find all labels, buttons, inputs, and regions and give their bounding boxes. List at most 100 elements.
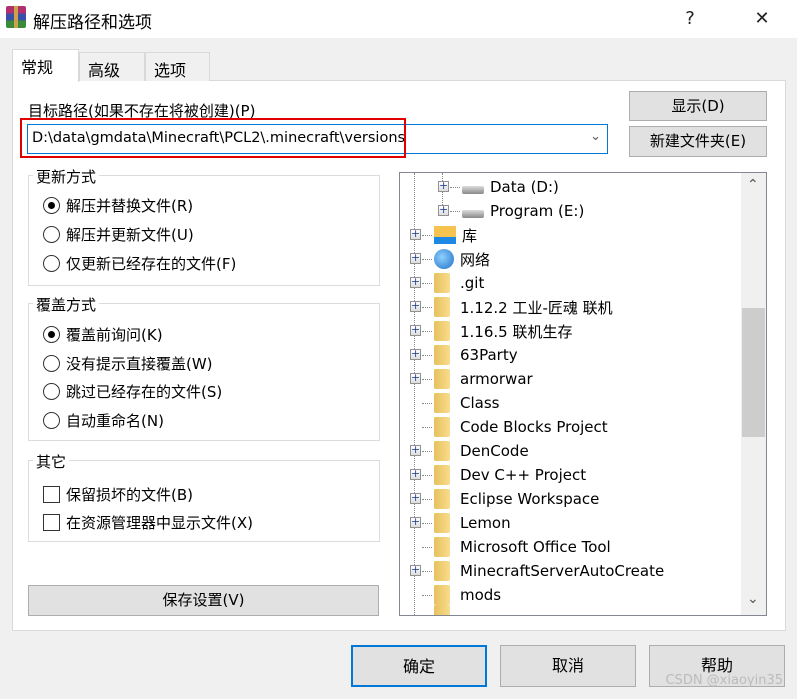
new-folder-button[interactable]: 新建文件夹(E) (629, 126, 767, 157)
expand-icon[interactable]: + (410, 276, 421, 288)
tree-line (422, 427, 432, 428)
folder-icon (434, 345, 450, 365)
radio-icon[interactable] (43, 326, 60, 343)
tree-item-label: MinecraftServerAutoCreate (460, 562, 665, 580)
chevron-down-icon[interactable]: ⌄ (590, 129, 601, 144)
tree-item[interactable]: Program (E:) (462, 199, 584, 223)
expand-icon[interactable]: + (410, 300, 421, 312)
expand-icon[interactable]: + (410, 492, 421, 504)
tree-item-label: Class (460, 394, 500, 412)
tree-item[interactable]: 63Party (434, 343, 518, 367)
radio-label: 解压并更新文件(U) (66, 226, 194, 244)
tree-item[interactable]: Data (D:) (462, 175, 559, 199)
checkbox-icon[interactable] (43, 514, 60, 531)
expand-icon[interactable]: + (438, 204, 449, 216)
folder-icon (434, 273, 450, 293)
tree-item[interactable]: 1.12.2 工业-匠魂 联机 (434, 295, 613, 319)
tree-item-label: 1.12.2 工业-匠魂 联机 (460, 298, 613, 317)
radio-overwrite-without-prompt[interactable]: 没有提示直接覆盖(W) (43, 353, 213, 374)
tree-item[interactable]: Class (434, 391, 499, 415)
tree-item[interactable]: Eclipse Workspace (434, 487, 599, 511)
radio-icon[interactable] (43, 383, 60, 400)
scroll-up-icon[interactable]: ⌃ (747, 177, 759, 193)
watermark: CSDN @xiaoyin35 (665, 673, 783, 688)
show-button[interactable]: 显示(D) (629, 91, 767, 121)
tree-item-label: armorwar (460, 370, 533, 388)
radio-icon[interactable] (43, 255, 60, 272)
folder-icon (434, 321, 450, 341)
tree-item[interactable]: .git (434, 271, 484, 295)
tree-item[interactable]: Code Blocks Project (434, 415, 608, 439)
tree-item-label: 库 (462, 226, 478, 245)
radio-skip-existing[interactable]: 跳过已经存在的文件(S) (43, 381, 222, 402)
expand-icon[interactable]: + (410, 564, 421, 576)
expand-icon[interactable]: + (410, 324, 421, 336)
scroll-down-icon[interactable]: ⌄ (747, 591, 759, 607)
tree-line (422, 451, 432, 452)
tree-line (422, 499, 432, 500)
expand-icon[interactable]: + (410, 444, 421, 456)
tree-line (450, 211, 460, 212)
folder-icon (434, 441, 450, 461)
tree-item[interactable]: Lemon (434, 511, 511, 535)
expand-icon[interactable]: + (410, 252, 421, 264)
radio-icon[interactable] (43, 226, 60, 243)
cancel-button[interactable]: 取消 (500, 645, 636, 687)
radio-auto-rename[interactable]: 自动重命名(N) (43, 410, 164, 431)
tree-line (422, 307, 432, 308)
library-icon (434, 226, 456, 244)
expand-icon[interactable]: + (410, 516, 421, 528)
tree-item[interactable]: Microsoft Office Tool (434, 535, 611, 559)
radio-label: 跳过已经存在的文件(S) (66, 383, 223, 401)
help-title-button[interactable]: ? (667, 0, 713, 38)
tree-item[interactable]: MinecraftServerAutoCreate (434, 559, 664, 583)
expand-icon[interactable]: + (410, 348, 421, 360)
tree-item[interactable]: 网络 (434, 247, 490, 271)
expand-icon[interactable]: + (410, 468, 421, 480)
radio-label: 覆盖前询问(K) (66, 326, 163, 344)
tree-item-label: 网络 (460, 250, 491, 269)
folder-tree[interactable]: + Data (D:) + Program (E:) + 库 + 网络 + .git +1.12.2… (399, 172, 767, 616)
checkbox-keep-broken[interactable]: 保留损坏的文件(B) (43, 484, 193, 505)
expand-icon[interactable]: + (410, 228, 421, 240)
close-button[interactable]: ✕ (739, 0, 785, 38)
folder-icon (434, 465, 450, 485)
scrollbar-thumb[interactable] (742, 308, 765, 437)
radio-update-existing[interactable]: 仅更新已经存在的文件(F) (43, 253, 236, 274)
expand-icon[interactable]: + (438, 180, 449, 192)
checkbox-icon[interactable] (43, 486, 60, 503)
tree-item-label: Code Blocks Project (460, 418, 608, 436)
radio-label: 解压并替换文件(R) (66, 197, 194, 215)
save-settings-button[interactable]: 保存设置(V) (28, 585, 379, 616)
radio-icon[interactable] (43, 412, 60, 429)
tree-line (422, 355, 432, 356)
folder-icon (434, 561, 450, 581)
tree-line (422, 259, 432, 260)
expand-icon[interactable]: + (410, 372, 421, 384)
tree-item[interactable]: 库 (434, 223, 477, 247)
radio-extract-update[interactable]: 解压并更新文件(U) (43, 224, 194, 245)
tab-general[interactable]: 常规 (12, 49, 79, 82)
overwrite-mode-title: 覆盖方式 (33, 294, 100, 315)
tab-options[interactable]: 选项 (145, 52, 210, 81)
tree-item-label: Lemon (460, 514, 511, 532)
radio-icon[interactable] (43, 355, 60, 372)
tree-item[interactable]: Dev C++ Project (434, 463, 586, 487)
winrar-icon (6, 6, 26, 28)
ok-button[interactable]: 确定 (351, 645, 487, 687)
tree-item[interactable]: 1.16.5 联机生存 (434, 319, 572, 343)
tree-line (422, 523, 432, 524)
tree-item-label: 63Party (460, 346, 518, 364)
radio-ask-before-overwrite[interactable]: 覆盖前询问(K) (43, 324, 163, 345)
tab-advanced[interactable]: 高级 (79, 52, 145, 81)
highlight-annotation (20, 118, 406, 158)
folder-icon (434, 393, 450, 413)
tree-item[interactable]: armorwar (434, 367, 533, 391)
radio-icon[interactable] (43, 197, 60, 214)
tree-item-label: Program (E:) (490, 202, 585, 220)
window-title: 解压路径和选项 (33, 13, 152, 33)
radio-extract-replace[interactable]: 解压并替换文件(R) (43, 195, 193, 216)
tree-item[interactable]: DenCode (434, 439, 529, 463)
checkbox-show-in-explorer[interactable]: 在资源管理器中显示文件(X) (43, 512, 253, 533)
folder-icon (434, 297, 450, 317)
